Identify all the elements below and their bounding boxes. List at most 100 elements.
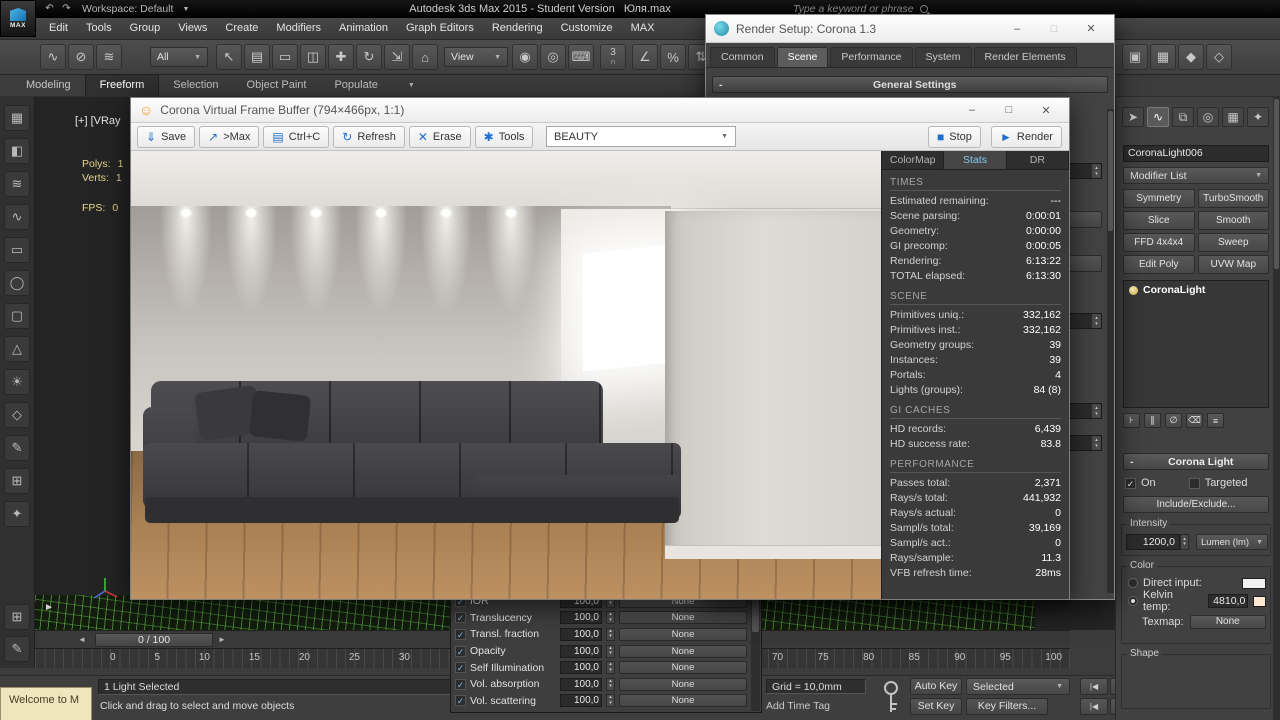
- tab-populate[interactable]: Populate: [320, 75, 391, 96]
- hierarchy-tab-icon[interactable]: ⧉: [1172, 107, 1194, 127]
- diamond-tool-icon[interactable]: ◇: [4, 402, 30, 428]
- vfb-titlebar[interactable]: ☺ Corona Virtual Frame Buffer (794×466px…: [131, 98, 1069, 123]
- parameter-spinner[interactable]: ▴▾: [606, 677, 615, 691]
- application-menu-button[interactable]: MAX: [0, 0, 36, 37]
- select-by-name-icon[interactable]: ▤: [244, 44, 270, 70]
- on-checkbox[interactable]: ✓: [1125, 477, 1136, 489]
- render-button[interactable]: ► Render: [991, 126, 1062, 148]
- wave-deform-icon[interactable]: ≋: [4, 171, 30, 197]
- rectangular-selection-region-icon[interactable]: ▭: [272, 44, 298, 70]
- include-exclude-button[interactable]: Include/Exclude...: [1123, 496, 1269, 513]
- direct-input-radio[interactable]: [1128, 578, 1138, 588]
- parameter-map-button[interactable]: None: [619, 677, 747, 691]
- create-tab-icon[interactable]: ➤: [1122, 107, 1144, 127]
- sculpt-brush-icon[interactable]: ◧: [4, 138, 30, 164]
- render-setup-scrollbar[interactable]: [1107, 109, 1114, 593]
- scene-explorer-icon[interactable]: ✎: [4, 636, 30, 662]
- display-tab-icon[interactable]: ▦: [1222, 107, 1244, 127]
- erase-button[interactable]: ✕ Erase: [408, 126, 471, 148]
- go-to-start-button[interactable]: |◀: [1080, 678, 1108, 695]
- bind-to-spacewarp-icon[interactable]: ≋: [96, 44, 122, 70]
- percent-snap-icon[interactable]: %: [660, 44, 686, 70]
- render-production-icon[interactable]: ◆: [1178, 44, 1204, 70]
- undo-button[interactable]: ↶: [42, 2, 57, 15]
- tab-performance[interactable]: Performance: [830, 47, 913, 67]
- slider-right-arrow[interactable]: ►: [218, 633, 226, 647]
- vfb-minimize-button[interactable]: –: [957, 104, 987, 116]
- workspace-dropdown[interactable]: Workspace: Default ▼: [82, 2, 189, 16]
- select-and-scale-icon[interactable]: ⇲: [384, 44, 410, 70]
- modifier-button[interactable]: UVW Map: [1197, 255, 1269, 274]
- modifier-button[interactable]: Symmetry: [1123, 189, 1195, 208]
- paint-tool-icon[interactable]: ✎: [4, 435, 30, 461]
- tab-common[interactable]: Common: [710, 47, 775, 67]
- menu-item[interactable]: Modifiers: [267, 18, 330, 39]
- key-filters-button[interactable]: Key Filters...: [966, 698, 1048, 715]
- minimize-button[interactable]: –: [1002, 23, 1032, 35]
- sphere-tool-icon[interactable]: ◯: [4, 270, 30, 296]
- parameter-checkbox[interactable]: ✓: [455, 678, 466, 690]
- modifier-button[interactable]: Smooth: [1197, 211, 1269, 230]
- light-tool-icon[interactable]: ☀: [4, 369, 30, 395]
- spline-tool-icon[interactable]: ∿: [4, 204, 30, 230]
- parameter-map-button[interactable]: None: [619, 644, 747, 658]
- pin-stack-icon[interactable]: ⊦: [1123, 413, 1140, 428]
- tab-colormap[interactable]: ColorMap: [882, 151, 945, 169]
- reference-coordinate-dropdown[interactable]: View ▼: [444, 47, 508, 67]
- modify-tab-icon[interactable]: ∿: [1147, 107, 1169, 127]
- menu-item[interactable]: Graph Editors: [397, 18, 483, 39]
- parameter-value-field[interactable]: 100,0: [560, 627, 602, 641]
- material-panel-scrollbar[interactable]: [751, 592, 760, 711]
- box-tool-icon[interactable]: ▢: [4, 303, 30, 329]
- key-icon[interactable]: [878, 678, 904, 718]
- command-panel-scrollbar[interactable]: [1273, 97, 1280, 720]
- parameter-value-field[interactable]: 100,0: [560, 677, 602, 691]
- parameter-spinner[interactable]: ▴▾: [606, 627, 615, 641]
- direct-color-swatch[interactable]: [1242, 577, 1266, 589]
- angle-snap-icon[interactable]: ∠: [632, 44, 658, 70]
- modifier-stack[interactable]: CoronaLight: [1123, 280, 1269, 408]
- menu-item[interactable]: Animation: [330, 18, 397, 39]
- snap-toggle-button[interactable]: 3 ∩: [600, 44, 626, 70]
- remove-modifier-icon[interactable]: ⌫: [1186, 413, 1203, 428]
- show-end-result-icon[interactable]: ∥: [1144, 413, 1161, 428]
- parameter-value-field[interactable]: 100,0: [560, 644, 602, 658]
- texmap-none-button[interactable]: None: [1189, 614, 1266, 629]
- tab-dr[interactable]: DR: [1006, 151, 1069, 169]
- parameter-spinner[interactable]: ▴▾: [606, 611, 615, 625]
- select-and-link-icon[interactable]: ∿: [40, 44, 66, 70]
- close-button[interactable]: ✕: [1076, 22, 1106, 35]
- tab-render-elements[interactable]: Render Elements: [973, 47, 1077, 67]
- polydraw-icon[interactable]: ▦: [4, 105, 30, 131]
- menu-item[interactable]: Tools: [77, 18, 121, 39]
- motion-tab-icon[interactable]: ◎: [1197, 107, 1219, 127]
- grid-tool-icon[interactable]: ⊞: [4, 468, 30, 494]
- unlink-selection-icon[interactable]: ⊘: [68, 44, 94, 70]
- targeted-checkbox[interactable]: [1188, 477, 1200, 489]
- viewport-label[interactable]: [+] [VRay: [75, 115, 121, 127]
- menu-item[interactable]: MAX: [622, 18, 664, 39]
- render-pass-dropdown[interactable]: BEAUTY ▼: [546, 126, 736, 147]
- ribbon-collapse-icon[interactable]: ▼: [408, 82, 415, 89]
- tab-object-paint[interactable]: Object Paint: [233, 75, 321, 96]
- select-and-manipulate-icon[interactable]: ◎: [540, 44, 566, 70]
- selection-filter-dropdown[interactable]: All ▼: [150, 47, 208, 67]
- select-and-rotate-icon[interactable]: ↻: [356, 44, 382, 70]
- parameter-map-button[interactable]: None: [619, 611, 747, 625]
- tab-freeform[interactable]: Freeform: [84, 74, 160, 96]
- make-unique-icon[interactable]: ∅: [1165, 413, 1182, 428]
- set-key-button[interactable]: Set Key: [910, 698, 962, 715]
- cone-tool-icon[interactable]: △: [4, 336, 30, 362]
- object-name-field[interactable]: CoronaLight006: [1123, 145, 1269, 162]
- key-mode-dropdown[interactable]: Selected ▼: [966, 678, 1070, 695]
- intensity-value-field[interactable]: 1200,0: [1126, 534, 1180, 550]
- slider-left-arrow[interactable]: ◄: [78, 633, 86, 647]
- stack-item-coronalight[interactable]: CoronaLight: [1124, 281, 1268, 299]
- menu-item[interactable]: Group: [121, 18, 170, 39]
- parameter-checkbox[interactable]: ✓: [455, 612, 466, 624]
- maximize-button[interactable]: □: [1039, 23, 1069, 35]
- intensity-spinner[interactable]: ▴ ▾: [1180, 534, 1189, 550]
- rendered-frame-window-icon[interactable]: ▦: [1150, 44, 1176, 70]
- intensity-units-dropdown[interactable]: Lumen (lm) ▼: [1196, 534, 1268, 550]
- parameter-spinner[interactable]: ▴▾: [606, 644, 615, 658]
